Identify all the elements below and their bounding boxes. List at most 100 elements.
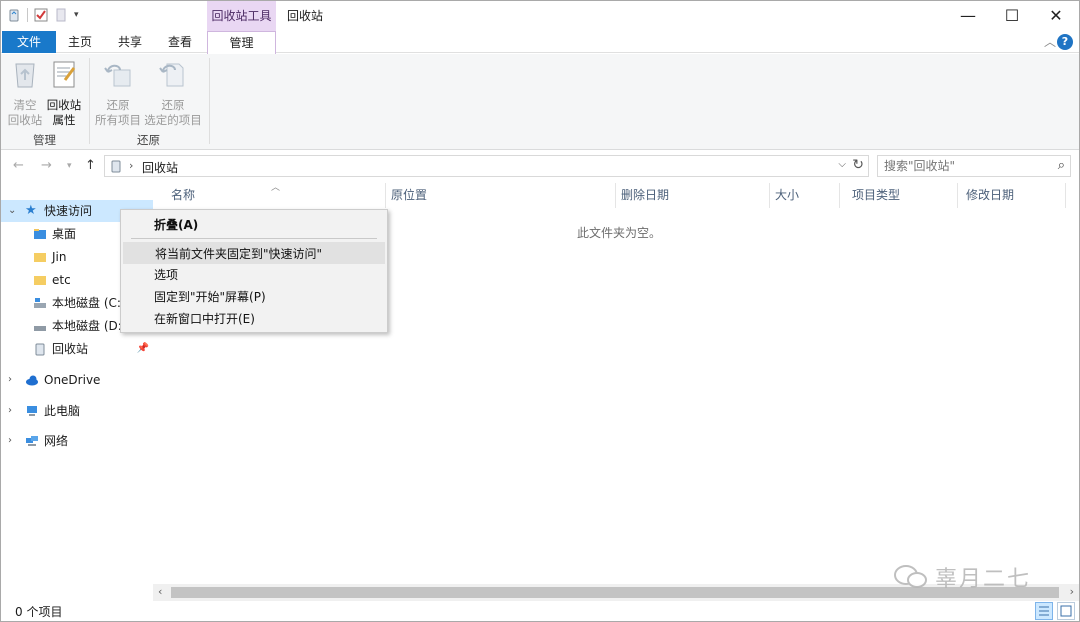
recycle-bin-icon <box>35 343 45 356</box>
restore-selected-label-2: 选定的项目 <box>144 113 202 127</box>
nav-item-label: 本地磁盘 (D:) <box>52 319 127 333</box>
restore-all-icon <box>104 64 131 87</box>
empty-folder-message: 此文件夹为空。 <box>577 226 662 240</box>
nav-item-network[interactable]: › 网络 <box>1 430 153 452</box>
expand-chevron-icon[interactable]: › <box>8 369 12 391</box>
group-restore-label: 还原 <box>137 133 160 147</box>
close-icon: ✕ <box>1049 6 1063 25</box>
nav-item-label: 网络 <box>44 434 69 448</box>
column-header-date-modified[interactable]: 修改日期 <box>948 183 1068 208</box>
restore-all-label-1: 还原 <box>106 98 130 112</box>
expand-chevron-icon[interactable]: › <box>8 400 12 422</box>
minimize-icon: — <box>960 6 976 25</box>
column-header-name[interactable]: 名称 <box>153 183 385 208</box>
menu-item-collapse[interactable]: 折叠(A) <box>123 214 385 236</box>
column-header-item-type[interactable]: 项目类型 <box>834 183 962 208</box>
address-bar[interactable]: › 回收站 ⌵ ↻ <box>104 155 869 177</box>
restore-selected-button[interactable]: 还原 选定的项目 <box>143 58 203 128</box>
folder-icon <box>34 276 46 285</box>
tab-file[interactable]: 文件 <box>2 31 56 53</box>
minimize-button[interactable]: — <box>945 1 991 31</box>
details-view-icon <box>1039 606 1049 616</box>
tab-manage[interactable]: 管理 <box>207 31 276 54</box>
recycle-bin-properties-button[interactable]: 回收站 属性 <box>45 58 83 128</box>
new-folder-icon[interactable] <box>54 8 68 22</box>
scroll-left-arrow-icon[interactable]: ‹ <box>158 585 162 598</box>
network-icon <box>26 436 38 446</box>
ribbon-panel: 清空 回收站 回收站 属性 还原 所有项目 还原 选定的项目 管理 还原 <box>1 54 1079 150</box>
nav-item-label: Jin <box>52 250 67 264</box>
breadcrumb-separator-icon[interactable]: › <box>129 159 133 172</box>
computer-icon <box>27 406 37 416</box>
column-header-original-location[interactable]: 原位置 <box>373 183 615 208</box>
maximize-button[interactable]: ☐ <box>989 1 1035 31</box>
explorer-window: ▾ 回收站工具 回收站 — ☐ ✕ 文件 主页 共享 查看 管理 ︿ ? 清空 … <box>0 0 1080 622</box>
desktop-folder-icon <box>34 229 46 239</box>
menu-item-open-new-window[interactable]: 在新窗口中打开(E) <box>123 308 385 330</box>
up-arrow-icon[interactable]: ↑ <box>85 158 96 173</box>
empty-recycle-bin-label-1: 清空 <box>13 98 37 112</box>
details-view-button[interactable] <box>1035 602 1053 620</box>
help-icon[interactable]: ? <box>1057 34 1073 50</box>
empty-recycle-bin-button[interactable]: 清空 回收站 <box>7 58 43 128</box>
cloud-icon <box>26 375 38 386</box>
expand-chevron-icon[interactable]: › <box>8 430 12 452</box>
restore-selected-label-1: 还原 <box>161 98 185 112</box>
properties-label-2: 属性 <box>52 113 76 127</box>
tab-view[interactable]: 查看 <box>159 31 201 53</box>
expand-chevron-icon[interactable]: ⌄ <box>8 200 16 222</box>
menu-item-pin-start[interactable]: 固定到"开始"屏幕(P) <box>123 286 385 308</box>
nav-item-label: 此电脑 <box>44 404 81 418</box>
column-divider[interactable] <box>1065 183 1066 208</box>
collapse-ribbon-chevron-icon[interactable]: ︿ <box>1044 33 1056 50</box>
item-count: 0 个项目 <box>15 605 63 619</box>
search-icon[interactable]: ⌕ <box>1058 158 1065 173</box>
breadcrumb-recycle-bin[interactable]: 回收站 <box>142 159 178 176</box>
forward-arrow-icon[interactable]: → <box>41 158 52 173</box>
group-manage-label: 管理 <box>33 133 56 147</box>
nav-item-this-pc[interactable]: › 此电脑 <box>1 400 153 422</box>
customize-toolbar-chevron-icon[interactable]: ▾ <box>74 10 79 20</box>
nav-item-onedrive[interactable]: › OneDrive <box>1 369 153 391</box>
tab-share[interactable]: 共享 <box>109 31 151 53</box>
restore-all-label-2: 所有项目 <box>95 113 141 127</box>
close-button[interactable]: ✕ <box>1033 1 1079 31</box>
star-icon: ★ <box>25 203 37 218</box>
quick-access-toolbar: ▾ <box>7 8 79 22</box>
column-header-size[interactable]: 大小 <box>757 183 839 208</box>
tab-home[interactable]: 主页 <box>59 31 101 53</box>
scroll-right-arrow-icon[interactable]: › <box>1070 585 1074 598</box>
menu-item-options[interactable]: 选项 <box>123 264 385 286</box>
nav-item-recycle-bin[interactable]: 回收站 📌 <box>1 338 153 360</box>
menu-item-pin-quick-access[interactable]: 将当前文件夹固定到"快速访问" <box>123 242 385 264</box>
toolbar-divider <box>27 8 28 22</box>
properties-check-icon[interactable] <box>34 8 48 22</box>
nav-item-label: 快速访问 <box>44 204 93 218</box>
back-arrow-icon[interactable]: ← <box>13 158 24 173</box>
empty-recycle-bin-label-2: 回收站 <box>7 113 43 127</box>
refresh-icon[interactable]: ↻ <box>852 157 864 173</box>
context-menu: 折叠(A) 将当前文件夹固定到"快速访问" 选项 固定到"开始"屏幕(P) 在新… <box>120 209 388 333</box>
search-box[interactable]: ⌕ <box>877 155 1071 177</box>
nav-item-label: 本地磁盘 (C:) <box>52 296 126 310</box>
ribbon-tabs: 文件 主页 共享 查看 管理 <box>1 31 1079 54</box>
system-drive-icon <box>34 298 46 308</box>
recycle-bin-icon[interactable] <box>7 8 21 22</box>
large-icons-view-button[interactable] <box>1057 602 1075 620</box>
watermark-text: 辜月二七 <box>935 567 1032 592</box>
recent-locations-chevron-icon[interactable]: ▾ <box>67 161 72 171</box>
search-input[interactable] <box>878 156 1048 176</box>
status-bar: 0 个项目 <box>1 601 1079 621</box>
properties-label-1: 回收站 <box>46 98 82 112</box>
address-dropdown-chevron-icon[interactable]: ⌵ <box>838 159 846 170</box>
restore-all-button[interactable]: 还原 所有项目 <box>93 58 143 128</box>
nav-item-label: etc <box>52 273 71 287</box>
large-icons-view-icon <box>1060 605 1072 617</box>
column-header-date-deleted[interactable]: 删除日期 <box>603 183 771 208</box>
nav-item-label: 回收站 <box>52 342 89 356</box>
nav-item-label: 桌面 <box>52 227 77 241</box>
wechat-icon <box>894 565 927 588</box>
pin-icon[interactable]: 📌 <box>137 338 149 360</box>
nav-item-label: OneDrive <box>44 373 101 387</box>
restore-selected-icon <box>159 63 184 87</box>
